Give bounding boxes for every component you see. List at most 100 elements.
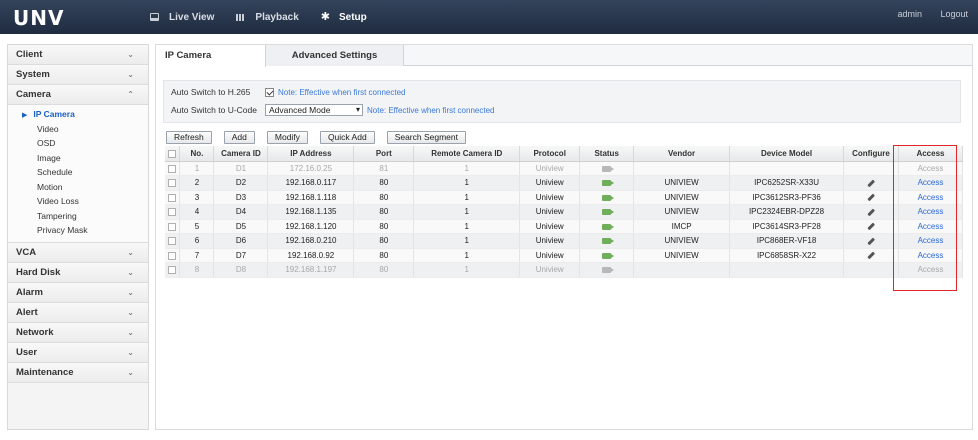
pencil-icon[interactable]	[867, 208, 875, 216]
table-row[interactable]: 4 D4 192.168.1.135 80 1 Uniview UNIVIEW …	[165, 204, 964, 220]
menu-user[interactable]: User ⌄	[8, 342, 148, 363]
cell-camera-id: D6	[213, 233, 269, 249]
cell-camera-id: D4	[213, 204, 269, 220]
ucode-label: Auto Switch to U-Code	[171, 105, 257, 115]
row-checkbox[interactable]	[168, 251, 177, 260]
table-row[interactable]: 2 D2 192.168.0.117 80 1 Uniview UNIVIEW …	[165, 175, 964, 191]
menu-client[interactable]: Client ⌄	[8, 45, 148, 65]
table-row[interactable]: 5 D5 192.168.1.120 80 1 Uniview IMCP IPC…	[165, 219, 964, 234]
header-status[interactable]: Status	[579, 146, 635, 162]
menu-alert[interactable]: Alert ⌄	[8, 302, 148, 323]
cell-port: 80	[353, 190, 415, 205]
menu-alarm[interactable]: Alarm ⌄	[8, 282, 148, 303]
header-remote-camera-id[interactable]: Remote Camera ID	[413, 146, 521, 162]
tab-advanced-settings[interactable]: Advanced Settings	[266, 45, 404, 66]
table-row[interactable]: 6 D6 192.168.0.210 80 1 Uniview UNIVIEW …	[165, 233, 964, 249]
cell-model	[729, 262, 844, 278]
sidebar-item-video[interactable]: Video	[8, 122, 148, 137]
menu-hard-disk[interactable]: Hard Disk ⌄	[8, 262, 148, 283]
access-link[interactable]: Access	[898, 190, 964, 205]
access-link[interactable]: Access	[898, 233, 964, 249]
sidebar-item-schedule[interactable]: Schedule	[8, 165, 148, 180]
row-checkbox[interactable]	[168, 179, 177, 188]
pencil-icon[interactable]	[867, 193, 875, 202]
sidebar-item-motion[interactable]: Motion	[8, 180, 148, 195]
access-link[interactable]: Access	[898, 248, 964, 263]
access-link[interactable]: Access	[898, 262, 964, 278]
menu-system[interactable]: System ⌄	[8, 65, 148, 85]
tab-ip-camera[interactable]: IP Camera	[156, 45, 266, 67]
cell-ip: 192.168.0.210	[267, 233, 355, 249]
ucode-select[interactable]: Advanced Mode ▾	[265, 104, 363, 116]
row-checkbox[interactable]	[168, 222, 177, 231]
cell-port: 80	[353, 262, 415, 278]
ucode-note: Note: Effective when first connected	[367, 105, 495, 115]
logout-link[interactable]: Logout	[940, 9, 968, 19]
header-protocol[interactable]: Protocol	[519, 146, 581, 162]
camera-online-icon	[602, 223, 615, 230]
cell-remote-id: 1	[413, 161, 521, 176]
header-no[interactable]: No.	[179, 146, 215, 162]
table-row[interactable]: 8 D8 192.168.1.197 80 1 Uniview Access	[165, 262, 964, 278]
logo: UNV	[13, 6, 65, 30]
pencil-icon[interactable]	[867, 251, 875, 260]
header-ip-address[interactable]: IP Address	[267, 146, 355, 162]
cell-status	[579, 204, 635, 220]
pencil-icon[interactable]	[867, 237, 875, 245]
row-checkbox[interactable]	[168, 208, 177, 217]
menu-maintenance[interactable]: Maintenance ⌄	[8, 362, 148, 383]
row-checkbox[interactable]	[168, 266, 177, 275]
menu-network[interactable]: Network ⌄	[8, 322, 148, 343]
header-device-model[interactable]: Device Model	[729, 146, 844, 162]
sidebar-item-video-loss[interactable]: Video Loss	[8, 194, 148, 209]
select-all-checkbox[interactable]	[168, 149, 177, 158]
quick-add-button[interactable]: Quick Add	[319, 131, 375, 144]
refresh-button[interactable]: Refresh	[166, 131, 212, 144]
row-checkbox[interactable]	[168, 193, 177, 202]
nav-live-view[interactable]: Live View	[150, 12, 214, 23]
camera-table: No. Camera ID IP Address Port Remote Cam…	[165, 146, 964, 278]
toolbar: Refresh Add Modify Quick Add Search Segm…	[166, 131, 478, 144]
cell-model: IPC6858SR-X22	[729, 248, 844, 263]
h265-checkbox[interactable]	[265, 87, 274, 97]
menu-camera[interactable]: Camera ⌃	[8, 85, 148, 105]
sidebar-item-image[interactable]: Image	[8, 151, 148, 166]
access-link[interactable]: Access	[898, 204, 964, 220]
access-link[interactable]: Access	[898, 161, 964, 176]
cell-vendor: IMCP	[633, 219, 731, 234]
sidebar-item-privacy-mask[interactable]: Privacy Mask	[8, 223, 148, 238]
table-row[interactable]: 1 D1 172.16.0.25 81 1 Uniview Access	[165, 161, 964, 176]
modify-button[interactable]: Modify	[266, 131, 308, 144]
nav-playback[interactable]: Playback	[236, 12, 299, 23]
access-link[interactable]: Access	[898, 175, 964, 191]
cell-status	[579, 233, 635, 249]
cell-status	[579, 248, 635, 263]
sidebar-item-ip-camera[interactable]: ▶ IP Camera	[8, 107, 148, 122]
nav-live-view-label: Live View	[169, 11, 215, 23]
cell-protocol: Uniview	[519, 233, 581, 249]
row-checkbox[interactable]	[168, 237, 177, 246]
add-button[interactable]: Add	[223, 131, 255, 144]
menu-vca[interactable]: VCA ⌄	[8, 242, 148, 263]
table-row[interactable]: 3 D3 192.168.1.118 80 1 Uniview UNIVIEW …	[165, 190, 964, 205]
header-vendor[interactable]: Vendor	[633, 146, 731, 162]
sidebar-item-osd[interactable]: OSD	[8, 136, 148, 151]
row-checkbox[interactable]	[168, 164, 177, 173]
sidebar-item-tampering[interactable]: Tampering	[8, 209, 148, 224]
cell-protocol: Uniview	[519, 161, 581, 176]
user-area: admin Logout	[881, 9, 968, 19]
search-segment-button[interactable]: Search Segment	[386, 131, 467, 144]
cell-no: 3	[179, 190, 215, 205]
header-access: Access	[898, 146, 964, 162]
cell-camera-id: D5	[213, 219, 269, 234]
table-row[interactable]: 7 D7 192.168.0.92 80 1 Uniview UNIVIEW I…	[165, 248, 964, 263]
access-link[interactable]: Access	[898, 219, 964, 234]
header-port[interactable]: Port	[353, 146, 415, 162]
nav-setup[interactable]: ✱ Setup	[321, 12, 367, 23]
pencil-icon[interactable]	[867, 222, 875, 231]
pencil-icon[interactable]	[867, 179, 875, 187]
header-camera-id[interactable]: Camera ID	[213, 146, 269, 162]
top-bar: UNV Live View Playback ✱ Setup admin Log…	[0, 0, 978, 34]
cell-vendor: UNIVIEW	[633, 204, 731, 220]
cell-vendor	[633, 262, 731, 278]
